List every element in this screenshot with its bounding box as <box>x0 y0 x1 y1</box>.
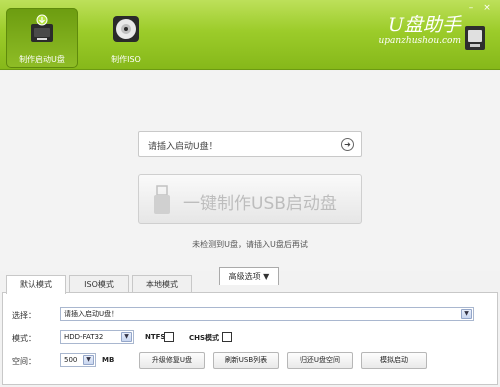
space-unit: MB <box>102 356 115 364</box>
create-boot-usb-button[interactable]: 一键制作USB启动盘 <box>138 174 362 224</box>
brand-url: upanzhushou.com <box>378 36 461 46</box>
upgrade-repair-button[interactable]: 升级修复U盘 <box>139 352 205 369</box>
space-select[interactable]: 500 ▼ <box>60 353 96 367</box>
tab-default-mode[interactable]: 默认模式 <box>6 275 66 294</box>
mode-value: HDD-FAT32 <box>64 333 104 341</box>
advanced-options-button[interactable]: 高级选项 ▼ <box>219 267 279 285</box>
tab-iso-mode[interactable]: ISO模式 <box>69 275 129 293</box>
brand-name: U盘助手 <box>387 14 461 36</box>
ntfs-checkbox[interactable] <box>164 332 174 342</box>
restore-usb-space-button[interactable]: 归还U盘空间 <box>287 352 353 369</box>
simulate-boot-button[interactable]: 模拟启动 <box>361 352 427 369</box>
tab-label: 制作ISO <box>111 55 141 64</box>
space-label: 空间： <box>12 357 36 366</box>
mode-label: 模式： <box>12 334 36 343</box>
mode-select[interactable]: HDD-FAT32 ▼ <box>60 330 134 344</box>
usb-drive-icon <box>465 26 485 50</box>
close-button[interactable]: × <box>482 4 492 13</box>
chs-label: CHS模式 <box>189 334 220 342</box>
usb-drive-icon <box>31 14 53 42</box>
refresh-usb-list-button[interactable]: 刷新USB列表 <box>213 352 279 369</box>
tab-local-mode[interactable]: 本地模式 <box>132 275 192 293</box>
minimize-button[interactable]: – <box>466 4 476 13</box>
tab-make-boot-usb[interactable]: 制作启动U盘 <box>6 8 78 68</box>
tab-make-iso[interactable]: 制作ISO <box>90 8 162 68</box>
select-label: 选择： <box>12 311 36 320</box>
create-button-label: 一键制作USB启动盘 <box>183 194 337 214</box>
ntfs-label: NTFS <box>145 333 166 341</box>
chevron-down-icon: ▼ <box>121 332 132 342</box>
hint-text: 未检测到U盘，请插入U盘后再试 <box>192 240 308 249</box>
status-box: 请插入启动U盘！ ➜ <box>138 131 362 157</box>
chevron-down-icon: ▼ <box>83 355 94 365</box>
chevron-down-icon: ▼ <box>461 309 472 319</box>
space-value: 500 <box>64 356 78 364</box>
brand-logo: U盘助手 upanzhushou.com <box>366 14 461 46</box>
cd-disc-icon <box>113 16 139 42</box>
usb-device-select[interactable]: 请插入启动U盘！ ▼ <box>60 307 474 321</box>
chs-checkbox[interactable] <box>222 332 232 342</box>
arrow-right-icon[interactable]: ➜ <box>341 138 354 151</box>
usb-plug-icon <box>154 185 170 214</box>
tab-label: 制作启动U盘 <box>19 55 65 64</box>
usb-device-value: 请插入启动U盘！ <box>64 310 119 318</box>
status-text: 请插入启动U盘！ <box>148 142 218 152</box>
title-bar: 制作启动U盘 制作ISO U盘助手 upanzhushou.com – × <box>0 0 500 70</box>
